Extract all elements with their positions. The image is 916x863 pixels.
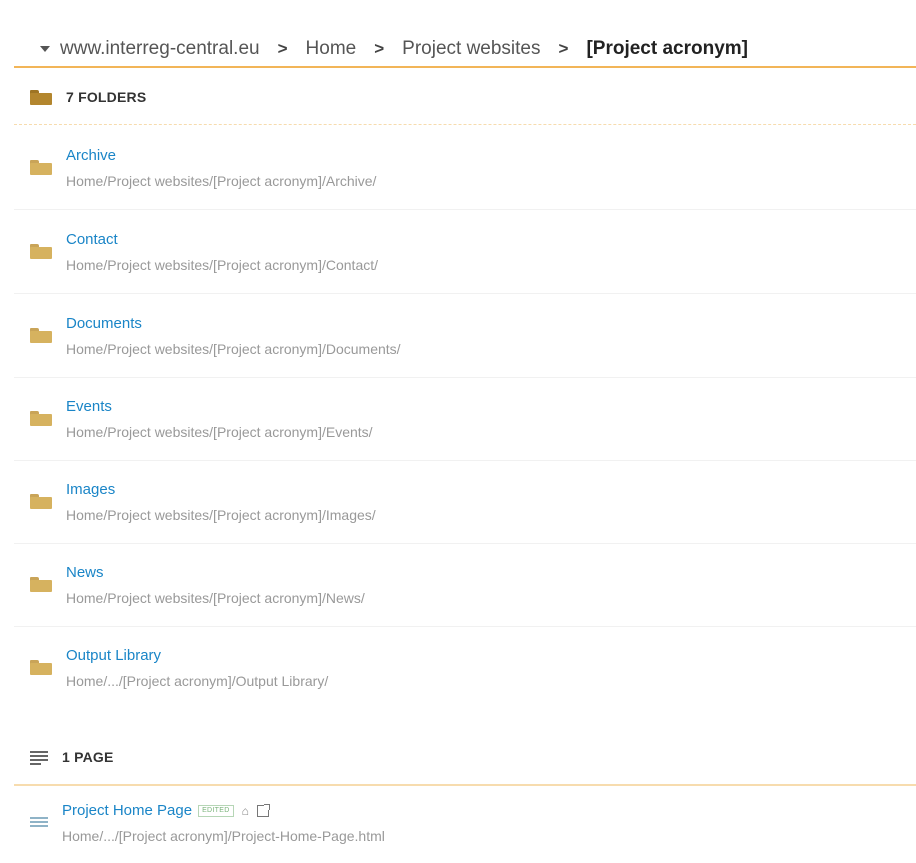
breadcrumb-separator: >: [558, 39, 569, 58]
folders-section-header: 7 FOLDERS: [14, 70, 916, 125]
page-lines-icon: [30, 816, 48, 830]
breadcrumb-separator: >: [277, 39, 288, 58]
folder-row-documents[interactable]: Documents Home/Project websites/[Project…: [14, 294, 916, 378]
folder-name-link[interactable]: Documents: [66, 314, 401, 334]
folder-name-link[interactable]: Contact: [66, 230, 378, 250]
edited-badge: EDITED: [198, 805, 234, 817]
folder-icon: [30, 328, 52, 343]
page-lines-icon: [30, 750, 48, 765]
folder-path: Home/Project websites/[Project acronym]/…: [66, 340, 401, 357]
folder-row-events[interactable]: Events Home/Project websites/[Project ac…: [14, 377, 916, 461]
folder-row-output-library[interactable]: Output Library Home/.../[Project acronym…: [14, 626, 916, 709]
file-browser: www.interreg-central.eu > Home > Project…: [0, 0, 916, 863]
folder-row-archive[interactable]: Archive Home/Project websites/[Project a…: [14, 126, 916, 210]
breadcrumb-item-project-websites[interactable]: Project websites: [402, 38, 540, 60]
folder-icon: [30, 494, 52, 509]
folder-path: Home/Project websites/[Project acronym]/…: [66, 172, 377, 189]
home-icon: ⌂: [241, 804, 249, 818]
folder-path: Home/Project websites/[Project acronym]/…: [66, 506, 376, 523]
folder-name-link[interactable]: News: [66, 563, 365, 583]
folder-path: Home/Project websites/[Project acronym]/…: [66, 256, 379, 273]
folder-icon: [30, 660, 52, 675]
folder-row-contact[interactable]: Contact Home/Project websites/[Project a…: [14, 210, 916, 294]
page-row-project-home[interactable]: Project Home Page EDITED ⌂ Home/.../[Pro…: [14, 786, 916, 860]
page-path: Home/.../[Project acronym]/Project-Home-…: [62, 828, 385, 844]
folder-name-link[interactable]: Output Library: [66, 646, 328, 666]
folder-name-link[interactable]: Events: [66, 397, 373, 417]
breadcrumb-item-home[interactable]: Home: [306, 38, 357, 60]
folder-icon: [30, 160, 52, 175]
folders-count-label: 7 FOLDERS: [66, 89, 147, 105]
folder-path: Home/.../[Project acronym]/Output Librar…: [66, 672, 329, 689]
folder-row-news[interactable]: News Home/Project websites/[Project acro…: [14, 543, 916, 627]
chevron-down-icon[interactable]: [40, 46, 50, 52]
breadcrumb: www.interreg-central.eu > Home > Project…: [14, 32, 916, 68]
folder-row-images[interactable]: Images Home/Project websites/[Project ac…: [14, 460, 916, 544]
pages-count-label: 1 PAGE: [62, 749, 114, 765]
folder-name-link[interactable]: Archive: [66, 146, 376, 166]
folder-path: Home/Project websites/[Project acronym]/…: [66, 423, 373, 440]
breadcrumb-separator: >: [374, 39, 385, 58]
folder-name-link[interactable]: Images: [66, 480, 376, 500]
folder-icon: [30, 89, 52, 105]
breadcrumb-item-site[interactable]: www.interreg-central.eu: [60, 38, 260, 60]
folder-icon: [30, 244, 52, 259]
folder-icon: [30, 411, 52, 426]
breadcrumb-current: [Project acronym]: [586, 38, 748, 59]
external-link-icon[interactable]: [256, 804, 270, 817]
folder-icon: [30, 577, 52, 592]
pages-section-header: 1 PAGE: [14, 730, 916, 786]
folder-path: Home/Project websites/[Project acronym]/…: [66, 589, 365, 606]
page-name-link[interactable]: Project Home Page: [62, 801, 192, 821]
